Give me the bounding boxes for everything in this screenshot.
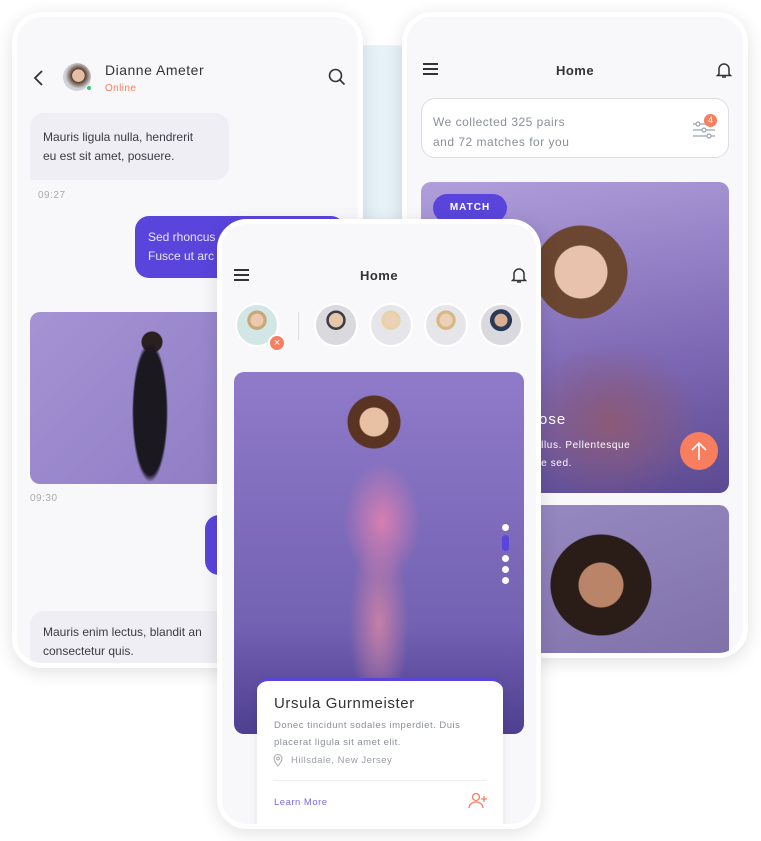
search-icon[interactable] xyxy=(328,68,346,86)
add-user-icon[interactable] xyxy=(468,792,488,810)
location-pin-icon xyxy=(273,754,283,767)
arrow-up-icon xyxy=(691,441,707,460)
message-received: Mauris enim lectus, blandit an consectet… xyxy=(30,611,240,663)
online-indicator xyxy=(86,85,92,91)
divider xyxy=(298,312,299,340)
learn-more-link[interactable]: Learn More xyxy=(274,797,328,808)
message-line: eu est sit amet, posuere. xyxy=(43,148,175,163)
message-line: Mauris ligula nulla, hendrerit xyxy=(43,129,194,144)
profile-info-card: Ursula Gurnmeister Donec tincidunt sodal… xyxy=(257,678,503,824)
profile-desc: Donec tincidunt sodales imperdiet. Duis xyxy=(274,720,461,731)
summary-line: and 72 matches for you xyxy=(433,135,570,149)
bell-icon[interactable] xyxy=(511,266,527,284)
bell-icon[interactable] xyxy=(716,61,732,79)
avatar[interactable] xyxy=(479,303,523,347)
message-line: Mauris enim lectus, blandit an xyxy=(43,625,202,639)
avatar[interactable] xyxy=(369,303,413,347)
match-badge[interactable]: MATCH xyxy=(433,194,507,222)
page-title: Home xyxy=(359,268,399,283)
match-desc: ue sed. xyxy=(535,458,573,469)
profile-desc: placerat ligula sit amet elit. xyxy=(274,737,401,748)
summary-card: We collected 325 pairs and 72 matches fo… xyxy=(421,98,729,158)
carousel-dot[interactable] xyxy=(502,524,509,531)
carousel-dot[interactable] xyxy=(502,577,509,584)
carousel-dot[interactable] xyxy=(502,555,509,562)
profile-location: Hillsdale, New Jersey xyxy=(291,755,393,766)
contact-status: Online xyxy=(105,83,137,94)
carousel-dot-active[interactable] xyxy=(502,535,509,551)
avatar[interactable] xyxy=(314,303,358,347)
page-title: Home xyxy=(555,63,595,78)
match-name: ose xyxy=(539,411,567,428)
message-time: 09:30 xyxy=(30,493,58,504)
message-time: 09:27 xyxy=(38,190,66,201)
match-desc: ellus. Pellentesque xyxy=(535,440,631,451)
carousel-dot[interactable] xyxy=(502,566,509,573)
message-line: consectetur quis. xyxy=(43,644,134,658)
summary-line: We collected 325 pairs xyxy=(433,115,566,129)
shared-photo[interactable] xyxy=(30,312,240,484)
avatar[interactable] xyxy=(424,303,468,347)
back-icon[interactable] xyxy=(32,69,46,87)
divider xyxy=(274,780,486,781)
profile-name: Ursula Gurnmeister xyxy=(274,695,415,712)
message-received: Mauris ligula nulla, hendrerit eu est si… xyxy=(30,113,229,180)
contact-name: Dianne Ameter xyxy=(105,62,205,78)
remove-icon[interactable]: × xyxy=(268,334,286,352)
home-screen-profiles: Home × Ursula Gurnmeister Donec tincidun… xyxy=(217,219,541,829)
scroll-up-button[interactable] xyxy=(680,432,718,470)
filter-badge: 4 xyxy=(704,114,717,127)
